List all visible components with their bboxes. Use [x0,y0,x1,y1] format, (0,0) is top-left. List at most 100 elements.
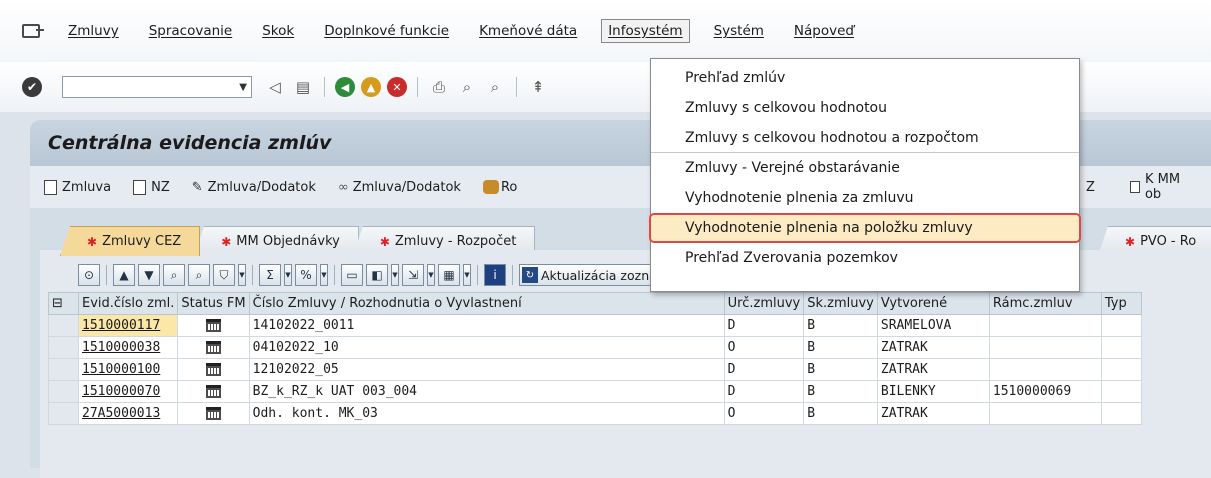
tab-zmluvy-cez[interactable]: ✱ Zmluvy CEZ [60,226,201,256]
table-row[interactable]: 1510000070 BZ_k_RZ_k UAT 003_004 D B BIL… [48,380,1142,403]
budget-button[interactable]: Ro [482,179,518,195]
typ-cell [1100,402,1142,425]
menu-kmenove-data[interactable]: Kmeňové dáta [473,20,583,42]
find-icon[interactable]: ⌕ [456,76,478,98]
column-header[interactable]: Status FM [177,292,250,315]
cislo-zmluvy-cell: 12102022_05 [248,358,725,381]
evid-cislo-link[interactable]: 1510000070 [77,380,179,403]
save-icon[interactable]: ▤ [292,76,314,98]
chevron-down-icon[interactable]: ▼ [463,264,471,286]
ramc-zmluv-cell: 1510000069 [988,380,1102,403]
evid-cislo-link[interactable]: 1510000100 [77,358,179,381]
menu-item-vyhodnotenie-na-polozku[interactable]: Vyhodnotenie plnenia na položku zmluvy [649,213,1081,243]
sort-descending-icon[interactable]: ▼ [138,264,160,286]
new-contract-button[interactable]: Zmluva [44,179,111,195]
calculator-icon [206,341,221,354]
z-button[interactable]: Z [1086,180,1095,195]
enter-check-icon[interactable]: ✔ [22,77,42,97]
document-icon [133,179,147,195]
toolbar-separator [334,265,335,285]
info-icon[interactable]: i [484,264,506,286]
layout-icon[interactable]: ▦ [438,264,460,286]
document-icon [44,179,57,195]
evid-cislo-link[interactable]: 1510000038 [77,336,179,359]
table-row[interactable]: 1510000038 04102022_10 O B ZATRAK [48,336,1142,359]
calculator-icon [206,319,221,332]
evid-cislo-link[interactable]: 27A5000013 [77,402,179,425]
chevron-down-icon[interactable]: ▼ [320,264,328,286]
exit-icon[interactable]: ▲ [361,77,381,97]
first-page-icon[interactable]: ⇞ [527,76,549,98]
column-header[interactable]: Evid.číslo zml. [77,292,179,315]
edit-contract-amendment-button[interactable]: ✎ Zmluva/Dodatok [192,180,316,195]
row-selector[interactable] [48,402,79,425]
back-arrow-icon[interactable]: ◁ [264,76,286,98]
menu-item-verejne-obstaravanie[interactable]: Zmluvy - Verejné obstarávanie [651,153,1079,183]
select-all-cell[interactable]: ⊟ [48,292,79,315]
toolbar-separator [106,265,107,285]
display-contract-amendment-button[interactable]: ∞ Zmluva/Dodatok [338,180,461,195]
menu-item-prehlad-zmluv[interactable]: Prehľad zmlúv [651,63,1079,93]
back-icon[interactable]: ◀ [335,77,355,97]
column-header[interactable]: Rámc.zmluv [988,292,1102,315]
views-icon[interactable]: ◧ [366,264,388,286]
button-label: Ro [500,179,518,195]
menu-doplnkove-funkcie[interactable]: Doplnkové funkcie [318,20,455,42]
menu-item-prehlad-zverovania-pozemkov[interactable]: Prehľad Zverovania pozemkov [651,243,1079,273]
print-icon[interactable]: ⎙ [428,76,450,98]
status-error-icon: ✱ [1125,234,1136,249]
row-selector[interactable] [48,314,79,337]
cancel-icon[interactable]: ✕ [387,77,407,97]
chevron-down-icon[interactable]: ▼ [239,82,247,93]
menu-item-zmluvy-celkova-hodnota-rozpocet[interactable]: Zmluvy s celkovou hodnotou a rozpočtom [651,123,1079,153]
vytvorene-cell: ZATRAK [876,336,990,359]
typ-cell [1100,336,1142,359]
vytvorene-cell: SRAMELOVA [876,314,990,337]
chevron-down-icon[interactable]: ▼ [284,264,292,286]
details-icon[interactable]: ⊙ [78,264,100,286]
table-row[interactable]: 1510000117 14102022_0011 D B SRAMELOVA [48,314,1142,337]
find-next-icon[interactable]: ⌕ [188,264,210,286]
status-fm-cell [177,336,250,359]
find-icon[interactable]: ⌕ [163,264,185,286]
table-row[interactable]: 1510000100 12102022_05 D B ZATRAK [48,358,1142,381]
column-header[interactable]: Sk.zmluvy [803,292,878,315]
menu-zmluvy[interactable]: Zmluvy [62,20,125,42]
menu-system[interactable]: Systém [708,20,770,42]
filter-icon[interactable]: ⛉ [213,264,235,286]
menu-item-vyhodnotenie-za-zmluvu[interactable]: Vyhodnotenie plnenia za zmluvu [651,183,1079,213]
row-selector[interactable] [48,358,79,381]
menu-skok[interactable]: Skok [256,20,300,42]
ramc-zmluv-cell [988,358,1102,381]
menu-infosystem[interactable]: Infosystém [601,19,690,43]
column-header[interactable]: Typ [1100,292,1142,315]
chevron-down-icon[interactable]: ▼ [391,264,399,286]
table-row[interactable]: 27A5000013 Odh. kont. MK_03 O B ZATRAK [48,402,1142,425]
menu-item-zmluvy-celkova-hodnota[interactable]: Zmluvy s celkovou hodnotou [651,93,1079,123]
sk-zmluvy-cell: B [803,336,878,359]
row-selector[interactable] [48,336,79,359]
column-header[interactable]: Vytvorené [876,292,990,315]
chevron-down-icon[interactable]: ▼ [238,264,246,286]
column-header[interactable]: Číslo Zmluvy / Rozhodnutia o Vyvlastnení [248,292,725,315]
command-field[interactable]: ▼ [62,76,252,98]
mm-order-button[interactable]: K MM ob [1130,172,1189,202]
menu-toggle-icon[interactable] [22,24,44,38]
cislo-zmluvy-cell: Odh. kont. MK_03 [248,402,725,425]
print-preview-icon[interactable]: ▭ [341,264,363,286]
find-next-icon[interactable]: ⌕ [484,76,506,98]
sort-ascending-icon[interactable]: ▲ [113,264,135,286]
column-header[interactable]: Urč.zmluvy [723,292,805,315]
menu-spracovanie[interactable]: Spracovanie [143,20,239,42]
menu-napoved[interactable]: Nápoveď [788,20,860,42]
subtotal-icon[interactable]: % [295,264,317,286]
sum-icon[interactable]: Σ [259,264,281,286]
tab-label: MM Objednávky [236,234,340,249]
evid-cislo-link[interactable]: 1510000117 [77,314,179,337]
tab-label: Zmluvy - Rozpočet [394,234,517,249]
nz-button[interactable]: NZ [133,179,170,195]
urc-zmluvy-cell: D [723,358,805,381]
chevron-down-icon[interactable]: ▼ [427,264,435,286]
row-selector[interactable] [48,380,79,403]
export-icon[interactable]: ⇲ [402,264,424,286]
